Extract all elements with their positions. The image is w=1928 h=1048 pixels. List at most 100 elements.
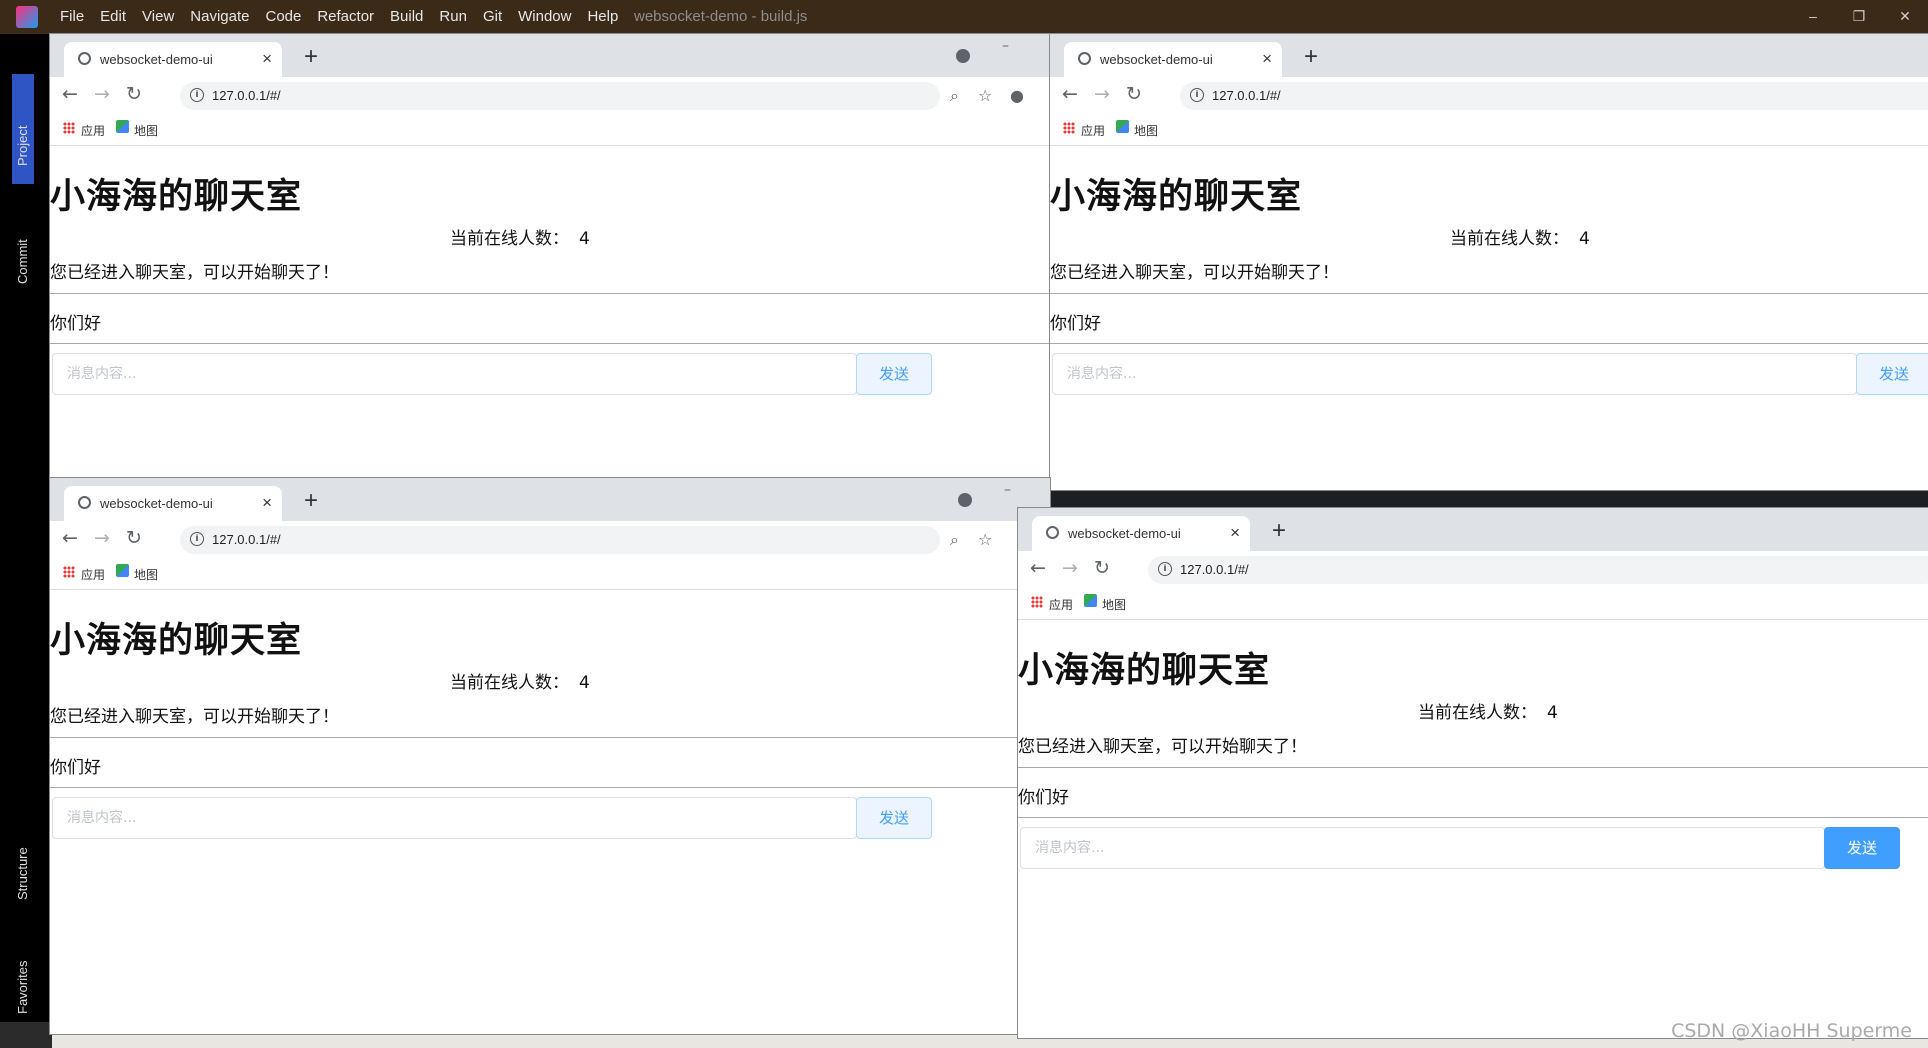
menu-refactor[interactable]: Refactor [309,0,382,34]
menu-code[interactable]: Code [257,0,309,34]
reload-icon[interactable]: ↻ [1126,83,1142,105]
menu-edit[interactable]: Edit [92,0,134,34]
reload-icon[interactable]: ↻ [126,527,142,549]
structure-tab-label[interactable]: Structure [15,847,30,900]
chat-page: 小海海的聊天室 当前在线人数： 4 您已经进入聊天室，可以开始聊天了！ 你们好 消… [1018,620,1928,1038]
tab-strip: websocket-demo-ui × + – [50,34,1050,77]
apps-grid-icon[interactable] [63,566,75,578]
tab-search-icon[interactable] [956,49,970,63]
tab-close-icon[interactable]: × [1230,523,1240,543]
window-minimize-button[interactable]: – [1004,482,1011,498]
menu-view[interactable]: View [134,0,182,34]
tab-title: websocket-demo-ui [1100,52,1213,67]
tab-close-icon[interactable]: × [1262,49,1272,69]
window-minimize-button[interactable]: – [1002,38,1009,54]
send-button[interactable]: 发送 [856,797,932,839]
commit-tab-label[interactable]: Commit [15,239,30,284]
send-button[interactable]: 发送 [1824,827,1900,869]
back-arrow-icon[interactable]: ← [62,527,78,549]
message-input[interactable]: 消息内容... [1052,353,1857,395]
bookmark-apps[interactable]: 应用 [1081,122,1105,139]
menu-window[interactable]: Window [510,0,579,34]
new-tab-button[interactable]: + [1304,43,1318,71]
bookmark-star-icon[interactable]: ☆ [978,530,992,549]
new-tab-button[interactable]: + [304,487,318,515]
apps-grid-icon[interactable] [63,122,75,134]
forward-arrow-icon[interactable]: → [94,527,110,549]
system-message: 您已经进入聊天室，可以开始聊天了！ [50,707,339,727]
message-input[interactable]: 消息内容... [1020,827,1825,869]
bookmark-apps[interactable]: 应用 [81,122,105,139]
bookmark-maps[interactable]: 地图 [1134,122,1158,139]
bookmark-maps[interactable]: 地图 [134,122,158,139]
new-tab-button[interactable]: + [1272,517,1286,545]
forward-arrow-icon[interactable]: → [94,83,110,105]
favorites-tab-label[interactable]: Favorites [15,961,30,1014]
tab-search-icon[interactable] [958,493,972,507]
bookmark-star-icon[interactable]: ☆ [978,86,992,105]
ide-window-title: websocket-demo - build.js [634,8,808,25]
address-bar[interactable]: i 127.0.0.1/#/ [1148,556,1928,584]
ide-restore-button[interactable]: ❐ [1836,0,1882,34]
info-icon[interactable]: i [190,88,204,102]
project-tab-label[interactable]: Project [15,126,30,166]
online-count: 当前在线人数： 4 [1418,698,1558,723]
menu-file[interactable]: File [52,0,92,34]
tab-close-icon[interactable]: × [262,49,272,69]
forward-arrow-icon[interactable]: → [1062,557,1078,579]
menu-git[interactable]: Git [475,0,510,34]
address-bar[interactable]: i 127.0.0.1/#/ [1180,82,1928,110]
divider [1018,767,1928,768]
message-input[interactable]: 消息内容... [52,353,857,395]
bookmark-apps[interactable]: 应用 [81,566,105,583]
chat-message: 你们好 [50,758,101,778]
menu-build[interactable]: Build [382,0,431,34]
ide-tool-strip: Project Commit Structure Favorites [0,34,50,1048]
ide-close-button[interactable]: ✕ [1882,0,1928,34]
back-arrow-icon[interactable]: ← [62,83,78,105]
browser-tab[interactable]: websocket-demo-ui × [64,486,282,521]
apps-grid-icon[interactable] [1063,122,1075,134]
send-button[interactable]: 发送 [856,353,932,395]
divider [1050,343,1928,344]
ide-minimize-button[interactable]: – [1790,0,1836,34]
tab-strip: websocket-demo-ui × + [1018,508,1928,551]
system-message: 您已经进入聊天室，可以开始聊天了！ [50,263,339,283]
address-bar[interactable]: i 127.0.0.1/#/ [180,82,940,110]
browser-tab[interactable]: websocket-demo-ui × [1032,516,1250,551]
menu-help[interactable]: Help [579,0,626,34]
bookmark-maps[interactable]: 地图 [134,566,158,583]
apps-grid-icon[interactable] [1031,596,1043,608]
info-icon[interactable]: i [190,532,204,546]
divider [50,787,1050,788]
bookmark-maps[interactable]: 地图 [1102,596,1126,613]
browser-tab[interactable]: websocket-demo-ui × [1064,42,1282,77]
ide-titlebar: File Edit View Navigate Code Refactor Bu… [0,0,1928,34]
online-number: 4 [579,673,590,693]
reload-icon[interactable]: ↻ [126,83,142,105]
globe-icon [1046,526,1059,539]
menu-run[interactable]: Run [431,0,475,34]
tab-title: websocket-demo-ui [100,52,213,67]
info-icon[interactable]: i [1190,88,1204,102]
chat-title: 小海海的聊天室 [50,177,303,217]
tab-strip: websocket-demo-ui × + – [50,478,1050,521]
profile-icon[interactable]: ● [1010,86,1024,105]
zoom-icon[interactable]: ⌕ [950,530,959,550]
tab-close-icon[interactable]: × [262,493,272,513]
chat-page: 小海海的聊天室 当前在线人数： 4 您已经进入聊天室，可以开始聊天了！ 你们好 消… [50,146,1050,490]
bookmark-apps[interactable]: 应用 [1049,596,1073,613]
back-arrow-icon[interactable]: ← [1030,557,1046,579]
info-icon[interactable]: i [1158,562,1172,576]
message-input[interactable]: 消息内容... [52,797,857,839]
back-arrow-icon[interactable]: ← [1062,83,1078,105]
browser-tab[interactable]: websocket-demo-ui × [64,42,282,77]
reload-icon[interactable]: ↻ [1094,557,1110,579]
menu-navigate[interactable]: Navigate [182,0,257,34]
new-tab-button[interactable]: + [304,43,318,71]
address-bar[interactable]: i 127.0.0.1/#/ [180,526,940,554]
zoom-icon[interactable]: ⌕ [950,86,959,106]
tab-title: websocket-demo-ui [100,496,213,511]
send-button[interactable]: 发送 [1856,353,1928,395]
forward-arrow-icon[interactable]: → [1094,83,1110,105]
